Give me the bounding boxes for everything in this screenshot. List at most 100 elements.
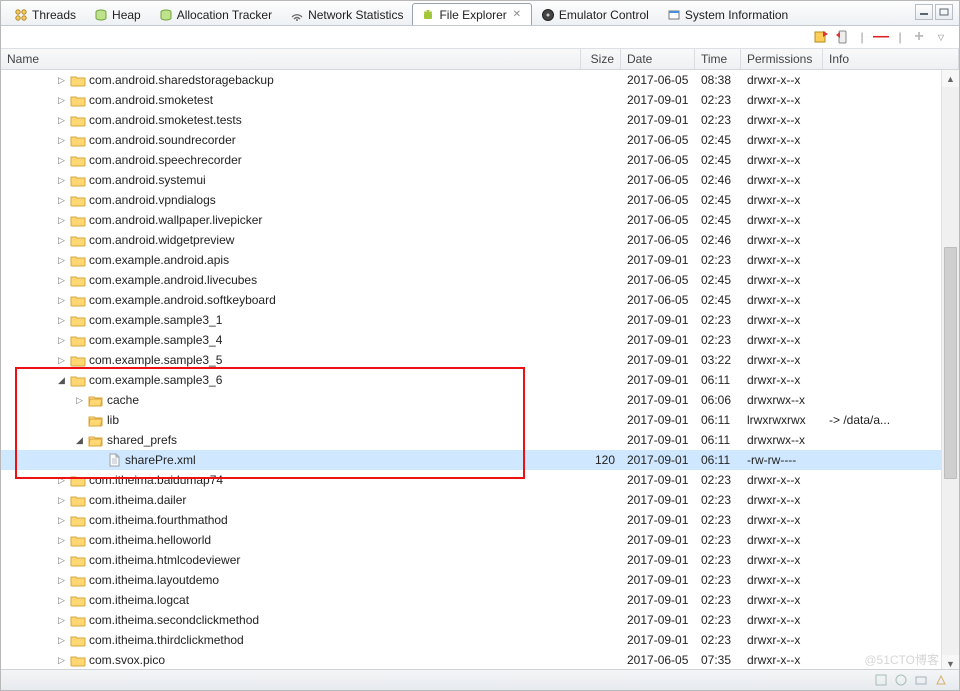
collapse-icon[interactable]: ◢	[74, 435, 85, 446]
table-row[interactable]: ▷com.android.vpndialogs2017-06-0502:45dr…	[1, 190, 959, 210]
scroll-track[interactable]	[942, 87, 959, 655]
push-file-button[interactable]	[835, 29, 851, 45]
folder-icon	[70, 373, 86, 387]
tab-heap[interactable]: Heap	[85, 3, 150, 25]
table-row[interactable]: ▷com.android.smoketest.tests2017-09-0102…	[1, 110, 959, 130]
expand-icon[interactable]: ▷	[56, 475, 67, 486]
table-row[interactable]: ▷com.itheima.thirdclickmethod2017-09-010…	[1, 630, 959, 650]
tab-emulator-control[interactable]: Emulator Control	[532, 3, 658, 25]
tab-network-statistics[interactable]: Network Statistics	[281, 3, 412, 25]
expand-icon[interactable]: ▷	[56, 655, 67, 666]
table-row[interactable]: ▷com.itheima.htmlcodeviewer2017-09-0102:…	[1, 550, 959, 570]
expand-icon[interactable]: ▷	[56, 295, 67, 306]
pull-file-button[interactable]	[813, 29, 829, 45]
expand-icon[interactable]: ▷	[56, 255, 67, 266]
table-row[interactable]: ▷com.android.sharedstoragebackup2017-06-…	[1, 70, 959, 90]
table-row[interactable]: ▷com.example.sample3_12017-09-0102:23drw…	[1, 310, 959, 330]
table-row[interactable]: ▷com.example.android.livecubes2017-06-05…	[1, 270, 959, 290]
minimize-button[interactable]	[915, 4, 933, 20]
toolbar-separator: |	[895, 30, 905, 44]
expand-icon[interactable]: ▷	[56, 355, 67, 366]
expand-icon[interactable]: ▷	[56, 175, 67, 186]
expand-icon[interactable]: ▷	[56, 75, 67, 86]
view-menu-button[interactable]: ▽	[933, 29, 949, 45]
table-row[interactable]: ▷com.itheima.helloworld2017-09-0102:23dr…	[1, 530, 959, 550]
maximize-icon	[939, 8, 949, 16]
file-name-label: com.android.speechrecorder	[89, 153, 246, 167]
threads-icon	[14, 8, 28, 22]
cell-date: 2017-09-01	[621, 333, 695, 347]
table-row[interactable]: ▷com.android.systemui2017-06-0502:46drwx…	[1, 170, 959, 190]
table-row[interactable]: lib2017-09-0106:11lrwxrwxrwx-> /data/a..…	[1, 410, 959, 430]
add-button[interactable]: +	[911, 29, 927, 45]
table-row[interactable]: ▷com.android.soundrecorder2017-06-0502:4…	[1, 130, 959, 150]
table-row[interactable]: ▷com.example.android.apis2017-09-0102:23…	[1, 250, 959, 270]
cell-permissions: lrwxrwxrwx	[741, 413, 823, 427]
tab-threads[interactable]: Threads	[5, 3, 85, 25]
folder-icon	[70, 293, 86, 307]
expand-icon[interactable]: ▷	[56, 315, 67, 326]
tab-label: Threads	[32, 8, 76, 22]
table-row[interactable]: ▷com.android.smoketest2017-09-0102:23drw…	[1, 90, 959, 110]
expand-icon[interactable]: ▷	[56, 275, 67, 286]
column-header-name[interactable]: Name	[1, 49, 581, 69]
collapse-icon[interactable]: ◢	[56, 375, 67, 386]
expand-icon[interactable]: ▷	[56, 515, 67, 526]
tab-system-information[interactable]: System Information	[658, 3, 797, 25]
expand-icon[interactable]: ▷	[56, 555, 67, 566]
table-row[interactable]: ▷com.itheima.baidumap742017-09-0102:23dr…	[1, 470, 959, 490]
expand-icon[interactable]: ▷	[56, 535, 67, 546]
column-header-size[interactable]: Size	[581, 49, 621, 69]
table-row[interactable]: ▷com.example.android.softkeyboard2017-06…	[1, 290, 959, 310]
table-row[interactable]: sharePre.xml1202017-09-0106:11-rw-rw----	[1, 450, 959, 470]
expand-icon[interactable]: ▷	[74, 395, 85, 406]
table-row[interactable]: ▷com.example.sample3_52017-09-0103:22drw…	[1, 350, 959, 370]
table-row[interactable]: ▷com.example.sample3_42017-09-0102:23drw…	[1, 330, 959, 350]
table-row[interactable]: ▷com.itheima.layoutdemo2017-09-0102:23dr…	[1, 570, 959, 590]
expand-icon[interactable]: ▷	[56, 615, 67, 626]
tab-file-explorer[interactable]: File Explorer✕	[412, 3, 531, 25]
table-row[interactable]: ▷com.itheima.dailer2017-09-0102:23drwxr-…	[1, 490, 959, 510]
table-row[interactable]: ◢com.example.sample3_62017-09-0106:11drw…	[1, 370, 959, 390]
column-header-time[interactable]: Time	[695, 49, 741, 69]
table-row[interactable]: ▷com.android.widgetpreview2017-06-0502:4…	[1, 230, 959, 250]
expand-icon[interactable]: ▷	[56, 135, 67, 146]
expand-icon[interactable]: ▷	[56, 195, 67, 206]
column-header-permissions[interactable]: Permissions	[741, 49, 823, 69]
cell-time: 02:23	[695, 493, 741, 507]
cell-time: 02:23	[695, 573, 741, 587]
tab-allocation-tracker[interactable]: Allocation Tracker	[150, 3, 281, 25]
expand-icon[interactable]: ▷	[56, 155, 67, 166]
expand-icon[interactable]: ▷	[56, 115, 67, 126]
table-row[interactable]: ▷com.itheima.logcat2017-09-0102:23drwxr-…	[1, 590, 959, 610]
file-name-label: sharePre.xml	[125, 453, 200, 467]
column-header-info[interactable]: Info	[823, 49, 959, 69]
table-row[interactable]: ◢shared_prefs2017-09-0106:11drwxrwx--x	[1, 430, 959, 450]
table-row[interactable]: ▷com.svox.pico2017-06-0507:35drwxr-x--x	[1, 650, 959, 670]
delete-button[interactable]: —	[873, 29, 889, 45]
table-row[interactable]: ▷com.android.wallpaper.livepicker2017-06…	[1, 210, 959, 230]
expand-icon[interactable]: ▷	[56, 595, 67, 606]
file-icon	[106, 453, 122, 467]
scroll-thumb[interactable]	[944, 247, 957, 479]
table-row[interactable]: ▷com.itheima.secondclickmethod2017-09-01…	[1, 610, 959, 630]
android-icon	[421, 8, 435, 22]
table-row[interactable]: ▷com.itheima.fourthmathod2017-09-0102:23…	[1, 510, 959, 530]
table-row[interactable]: ▷cache2017-09-0106:06drwxrwx--x	[1, 390, 959, 410]
scroll-up-button[interactable]: ▲	[942, 70, 959, 87]
expand-icon[interactable]: ▷	[56, 575, 67, 586]
vertical-scrollbar[interactable]: ▲ ▼	[941, 70, 959, 672]
folder-icon	[70, 493, 86, 507]
expand-icon[interactable]: ▷	[56, 215, 67, 226]
expand-icon[interactable]: ▷	[56, 235, 67, 246]
expand-icon[interactable]: ▷	[56, 495, 67, 506]
expand-icon[interactable]: ▷	[56, 635, 67, 646]
maximize-button[interactable]	[935, 4, 953, 20]
file-name-label: com.android.sharedstoragebackup	[89, 73, 278, 87]
close-icon[interactable]: ✕	[511, 9, 523, 21]
expand-icon[interactable]: ▷	[56, 335, 67, 346]
expand-icon[interactable]: ▷	[56, 95, 67, 106]
column-header-date[interactable]: Date	[621, 49, 695, 69]
cell-permissions: drwxr-x--x	[741, 73, 823, 87]
table-row[interactable]: ▷com.android.speechrecorder2017-06-0502:…	[1, 150, 959, 170]
